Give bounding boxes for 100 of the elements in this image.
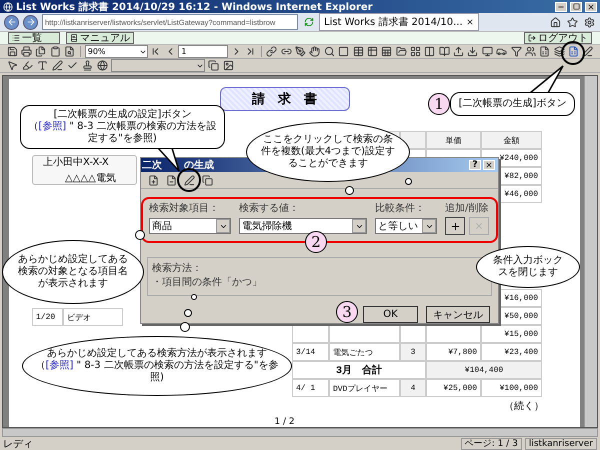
columns-button[interactable] xyxy=(424,45,436,58)
reference-link[interactable]: [参照] xyxy=(38,121,66,132)
users-button[interactable] xyxy=(524,45,537,58)
copy-icon xyxy=(202,174,213,186)
text-button[interactable] xyxy=(36,59,49,72)
home-button[interactable] xyxy=(549,16,562,28)
upload-button[interactable] xyxy=(452,45,465,58)
scrollbar[interactable] xyxy=(584,76,597,427)
rectangle-button[interactable] xyxy=(338,45,350,58)
reference-link[interactable]: [参照] xyxy=(46,360,74,371)
table-cell: DVDプレイヤー xyxy=(329,379,400,397)
minimize-button[interactable] xyxy=(555,2,567,12)
layers-button[interactable] xyxy=(552,45,566,58)
download-icon xyxy=(467,46,478,57)
stamp-button[interactable] xyxy=(81,59,94,72)
folder-button[interactable] xyxy=(394,45,408,58)
close-button[interactable] xyxy=(483,160,495,170)
callout-text: （[参照] " 8-3 二次帳票の検索の方法を設定する"を参照) xyxy=(35,360,279,384)
document-button[interactable] xyxy=(63,45,76,58)
save-icon xyxy=(6,46,18,57)
hand-button[interactable] xyxy=(308,45,322,58)
logout-icon xyxy=(528,34,536,42)
field-label: 検索対象項目： xyxy=(149,202,220,216)
printer-button[interactable] xyxy=(20,45,33,58)
download-button[interactable] xyxy=(466,45,480,58)
dropdown-field[interactable]: と等しい xyxy=(375,218,437,234)
maximize-icon xyxy=(572,3,580,10)
manual-button[interactable]: マニュアル xyxy=(66,32,134,44)
zoom-dropdown[interactable]: 90% xyxy=(84,45,148,58)
star-button[interactable] xyxy=(566,16,579,28)
highlighter-button[interactable] xyxy=(21,59,34,72)
table-cell: ¥7,800 xyxy=(426,343,481,361)
ok-button[interactable]: OK xyxy=(363,306,418,323)
dropdown-field[interactable]: 商品 xyxy=(149,218,231,234)
copy-button[interactable] xyxy=(34,45,48,58)
monitor-button[interactable] xyxy=(481,45,494,58)
pointer-button[interactable] xyxy=(6,59,19,72)
book-button[interactable] xyxy=(438,45,450,58)
highlight-ring xyxy=(177,168,201,192)
callout-text: 条件入力ボックスを閉じます xyxy=(492,255,564,279)
add-button[interactable] xyxy=(445,217,465,236)
link-button[interactable] xyxy=(266,45,278,58)
pen-button[interactable] xyxy=(183,174,196,187)
help-button[interactable]: ? xyxy=(469,160,481,170)
dialog-title: の生成 xyxy=(184,158,214,172)
pointer-icon xyxy=(7,60,18,71)
settings-icon xyxy=(584,16,595,28)
upload-icon xyxy=(453,46,464,57)
report-button[interactable] xyxy=(567,45,580,58)
table-button[interactable] xyxy=(352,45,364,58)
dropdown-field[interactable]: 電気掃除機 xyxy=(239,218,367,234)
grid-button[interactable] xyxy=(366,45,379,58)
status-text: レディ xyxy=(3,438,34,450)
document-title: 請 求 書 xyxy=(220,87,350,111)
table-cell: ビデオ xyxy=(63,308,123,326)
list-button[interactable]: 一覧 xyxy=(8,32,60,44)
cancel-button[interactable]: キャンセル xyxy=(426,306,490,323)
browser-icon xyxy=(3,2,13,12)
field-label: 検索方法： xyxy=(152,262,203,276)
report-icon xyxy=(568,46,579,57)
layers-icon xyxy=(554,46,565,57)
sheet-button[interactable] xyxy=(380,45,393,58)
forward-button[interactable] xyxy=(23,14,38,30)
copy-button[interactable] xyxy=(201,174,214,187)
printer-icon xyxy=(21,46,32,57)
pen-icon xyxy=(295,46,306,57)
stamp-icon xyxy=(82,60,93,71)
globe-icon xyxy=(97,60,108,71)
plus-icon xyxy=(450,220,460,232)
table-cell: ¥23,400 xyxy=(481,343,542,361)
filter-button[interactable] xyxy=(510,45,522,58)
file-minus-button[interactable] xyxy=(165,174,178,187)
home-icon xyxy=(550,16,561,28)
page-field[interactable]: 1 xyxy=(178,45,228,58)
scrollbar[interactable] xyxy=(2,428,598,437)
refresh-button[interactable] xyxy=(302,16,315,28)
copy-button[interactable] xyxy=(207,59,220,72)
back-button[interactable] xyxy=(4,14,19,30)
spreadsheet-button[interactable] xyxy=(538,45,551,58)
globe-button[interactable] xyxy=(96,59,109,72)
search-button[interactable] xyxy=(323,45,336,58)
browser-tab[interactable]: List Works 請求書 2014/10... xyxy=(319,13,479,31)
save-button[interactable] xyxy=(6,45,18,58)
table-icon xyxy=(352,46,364,57)
callout-text: [二次帳票の生成]ボタン xyxy=(458,98,566,110)
clipboard-button[interactable] xyxy=(49,45,62,58)
book-icon xyxy=(438,46,450,57)
pen-button[interactable] xyxy=(51,59,64,72)
image-button[interactable] xyxy=(222,59,235,72)
pen-button[interactable] xyxy=(294,45,307,58)
table-cell: 4 xyxy=(400,379,426,397)
table-cell: ¥100,000 xyxy=(481,379,542,397)
close-button[interactable] xyxy=(585,2,597,12)
callout-text: [二次帳票の生成の設定]ボタン xyxy=(54,109,192,120)
forward-icon xyxy=(26,17,36,27)
file-plus-button[interactable] xyxy=(147,174,160,187)
layout-button[interactable] xyxy=(409,45,422,58)
highlight-ring xyxy=(561,41,585,65)
settings-button[interactable] xyxy=(583,16,596,28)
maximize-button[interactable] xyxy=(570,2,582,12)
